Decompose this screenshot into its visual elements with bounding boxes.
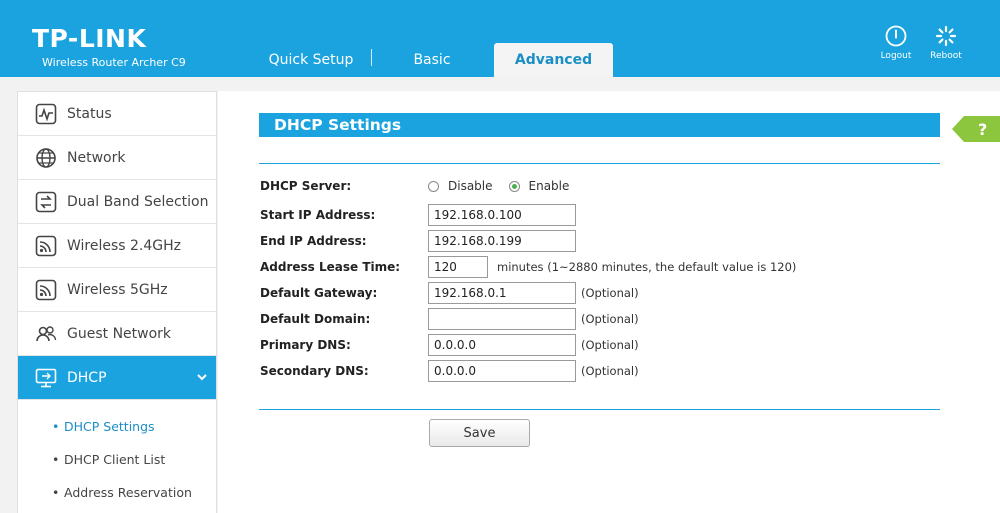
page-title: DHCP Settings xyxy=(259,113,940,137)
help-icon[interactable]: ? xyxy=(952,116,1000,142)
sidebar-item-network[interactable]: Network xyxy=(18,136,216,180)
optional-hint: (Optional) xyxy=(581,286,639,300)
sidebar-item-wireless-24[interactable]: Wireless 2.4GHz xyxy=(18,224,216,268)
start-ip-row: Start IP Address: xyxy=(260,203,576,227)
tp-link-logo: TP-LINK xyxy=(32,24,147,53)
globe-icon xyxy=(35,147,57,169)
logout-label: Logout xyxy=(880,51,912,61)
reboot-icon xyxy=(935,25,957,47)
field-label: DHCP Server: xyxy=(260,179,352,193)
tab-quick-setup[interactable]: Quick Setup xyxy=(255,43,367,77)
start-ip-input[interactable] xyxy=(428,204,576,226)
field-label: Start IP Address: xyxy=(260,208,376,222)
save-button[interactable]: Save xyxy=(429,419,530,447)
field-label: Default Domain: xyxy=(260,312,371,326)
tab-basic[interactable]: Basic xyxy=(380,43,484,77)
wireless-icon xyxy=(35,279,57,301)
primary-dns-row: Primary DNS: (Optional) xyxy=(260,333,639,357)
sidebar-item-wireless-5[interactable]: Wireless 5GHz xyxy=(18,268,216,312)
sidebar-item-label: Wireless 2.4GHz xyxy=(67,237,182,254)
domain-row: Default Domain: (Optional) xyxy=(260,307,639,331)
submenu-dhcp-client-list[interactable]: DHCP Client List xyxy=(18,443,216,476)
top-header: TP-LINK Wireless Router Archer C9 Quick … xyxy=(0,0,1000,77)
secondary-dns-input[interactable] xyxy=(428,360,576,382)
status-icon xyxy=(35,103,57,125)
optional-hint: (Optional) xyxy=(581,312,639,326)
tab-divider xyxy=(371,49,372,66)
field-label: Primary DNS: xyxy=(260,338,351,352)
sidebar-item-status[interactable]: Status xyxy=(18,92,216,136)
primary-dns-input[interactable] xyxy=(428,334,576,356)
router-model: Wireless Router Archer C9 xyxy=(42,56,186,69)
sidebar-item-dual-band[interactable]: Dual Band Selection xyxy=(18,180,216,224)
reboot-button[interactable]: Reboot xyxy=(923,25,969,61)
end-ip-input[interactable] xyxy=(428,230,576,252)
dhcp-enable-radio[interactable]: Enable xyxy=(508,179,569,193)
dual-band-icon xyxy=(35,191,57,213)
guest-icon xyxy=(35,323,57,345)
dhcp-submenu: DHCP Settings DHCP Client List Address R… xyxy=(18,400,216,509)
sidebar-item-label: Network xyxy=(67,149,126,166)
divider xyxy=(259,163,940,164)
chevron-down-icon xyxy=(197,374,207,381)
dhcp-disable-radio[interactable]: Disable xyxy=(428,179,493,193)
sidebar-item-label: DHCP xyxy=(67,369,107,386)
field-label: Address Lease Time: xyxy=(260,260,401,274)
submenu-dhcp-settings[interactable]: DHCP Settings xyxy=(18,410,216,443)
sidebar-item-label: Wireless 5GHz xyxy=(67,281,168,298)
power-icon xyxy=(885,25,907,47)
field-label: End IP Address: xyxy=(260,234,367,248)
optional-hint: (Optional) xyxy=(581,364,639,378)
main-content: DHCP Settings ? DHCP Server: Disable Ena… xyxy=(218,91,1000,513)
tab-advanced[interactable]: Advanced xyxy=(494,43,613,77)
gateway-row: Default Gateway: (Optional) xyxy=(260,281,639,305)
lease-time-row: Address Lease Time: minutes (1~2880 minu… xyxy=(260,255,796,279)
sidebar: Status Network Dual Band Selection Wirel… xyxy=(17,91,217,513)
field-label: Secondary DNS: xyxy=(260,364,369,378)
lease-time-hint: minutes (1~2880 minutes, the default val… xyxy=(497,260,797,274)
sidebar-item-dhcp[interactable]: DHCP xyxy=(18,356,216,400)
sidebar-item-guest-network[interactable]: Guest Network xyxy=(18,312,216,356)
domain-input[interactable] xyxy=(428,308,576,330)
reboot-label: Reboot xyxy=(930,51,962,61)
lease-time-input[interactable] xyxy=(428,256,488,278)
divider xyxy=(259,409,940,410)
secondary-dns-row: Secondary DNS: (Optional) xyxy=(260,359,639,383)
optional-hint: (Optional) xyxy=(581,338,639,352)
sidebar-item-label: Guest Network xyxy=(67,325,172,342)
end-ip-row: End IP Address: xyxy=(260,229,576,253)
wireless-icon xyxy=(35,235,57,257)
sidebar-item-label: Status xyxy=(67,105,112,122)
sidebar-item-label: Dual Band Selection xyxy=(67,193,209,210)
gateway-input[interactable] xyxy=(428,282,576,304)
field-label: Default Gateway: xyxy=(260,286,378,300)
dhcp-icon xyxy=(35,367,57,389)
logout-button[interactable]: Logout xyxy=(873,25,919,61)
submenu-address-reservation[interactable]: Address Reservation xyxy=(18,476,216,509)
dhcp-server-row: DHCP Server: Disable Enable xyxy=(260,174,585,198)
svg-text:?: ? xyxy=(978,120,987,139)
